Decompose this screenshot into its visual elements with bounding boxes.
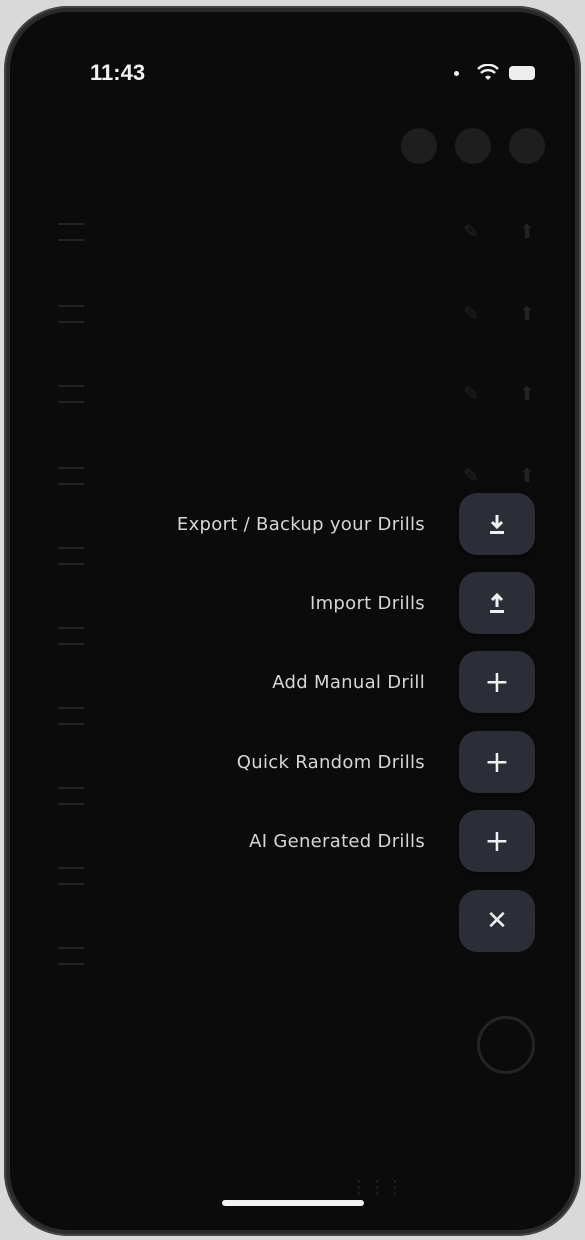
ai-generated-drills-button[interactable]: +	[459, 810, 535, 872]
close-menu-button[interactable]: ✕	[459, 890, 535, 952]
plus-icon: +	[484, 664, 510, 700]
fab-label-import[interactable]: Import Drills	[310, 593, 425, 614]
fab-label-export[interactable]: Export / Backup your Drills	[177, 514, 425, 535]
app-screen: ✎ ⬆ ✎ ⬆ ✎ ⬆ ✎ ⬆ ⋮⋮⋮ 11:43 Export / Backu…	[10, 12, 575, 1230]
import-button[interactable]	[459, 572, 535, 634]
fab-quick-random-item[interactable]: Quick Random Drills +	[237, 731, 535, 793]
device-frame: ✎ ⬆ ✎ ⬆ ✎ ⬆ ✎ ⬆ ⋮⋮⋮ 11:43 Export / Backu…	[4, 6, 581, 1236]
fab-import-item[interactable]: Import Drills	[310, 572, 535, 634]
quick-random-drills-button[interactable]: +	[459, 731, 535, 793]
add-manual-drill-button[interactable]: +	[459, 651, 535, 713]
plus-icon: +	[484, 744, 510, 780]
fab-export-item[interactable]: Export / Backup your Drills	[177, 493, 535, 555]
export-button[interactable]	[459, 493, 535, 555]
fab-label-ai-generated[interactable]: AI Generated Drills	[249, 831, 425, 852]
fab-label-quick-random[interactable]: Quick Random Drills	[237, 752, 425, 773]
signal-dot-icon	[454, 70, 459, 76]
battery-icon	[509, 66, 535, 80]
status-time: 11:43	[90, 60, 146, 85]
upload-icon	[490, 592, 504, 613]
plus-icon: +	[484, 823, 510, 859]
close-icon: ✕	[486, 906, 508, 936]
fab-label-add-manual[interactable]: Add Manual Drill	[272, 672, 425, 693]
download-icon	[490, 515, 504, 534]
home-indicator[interactable]	[221, 1200, 364, 1206]
fab-ai-generated-item[interactable]: AI Generated Drills +	[249, 810, 535, 872]
status-icons	[454, 64, 535, 82]
wifi-icon	[477, 64, 499, 80]
fab-add-manual-item[interactable]: Add Manual Drill +	[272, 651, 535, 713]
